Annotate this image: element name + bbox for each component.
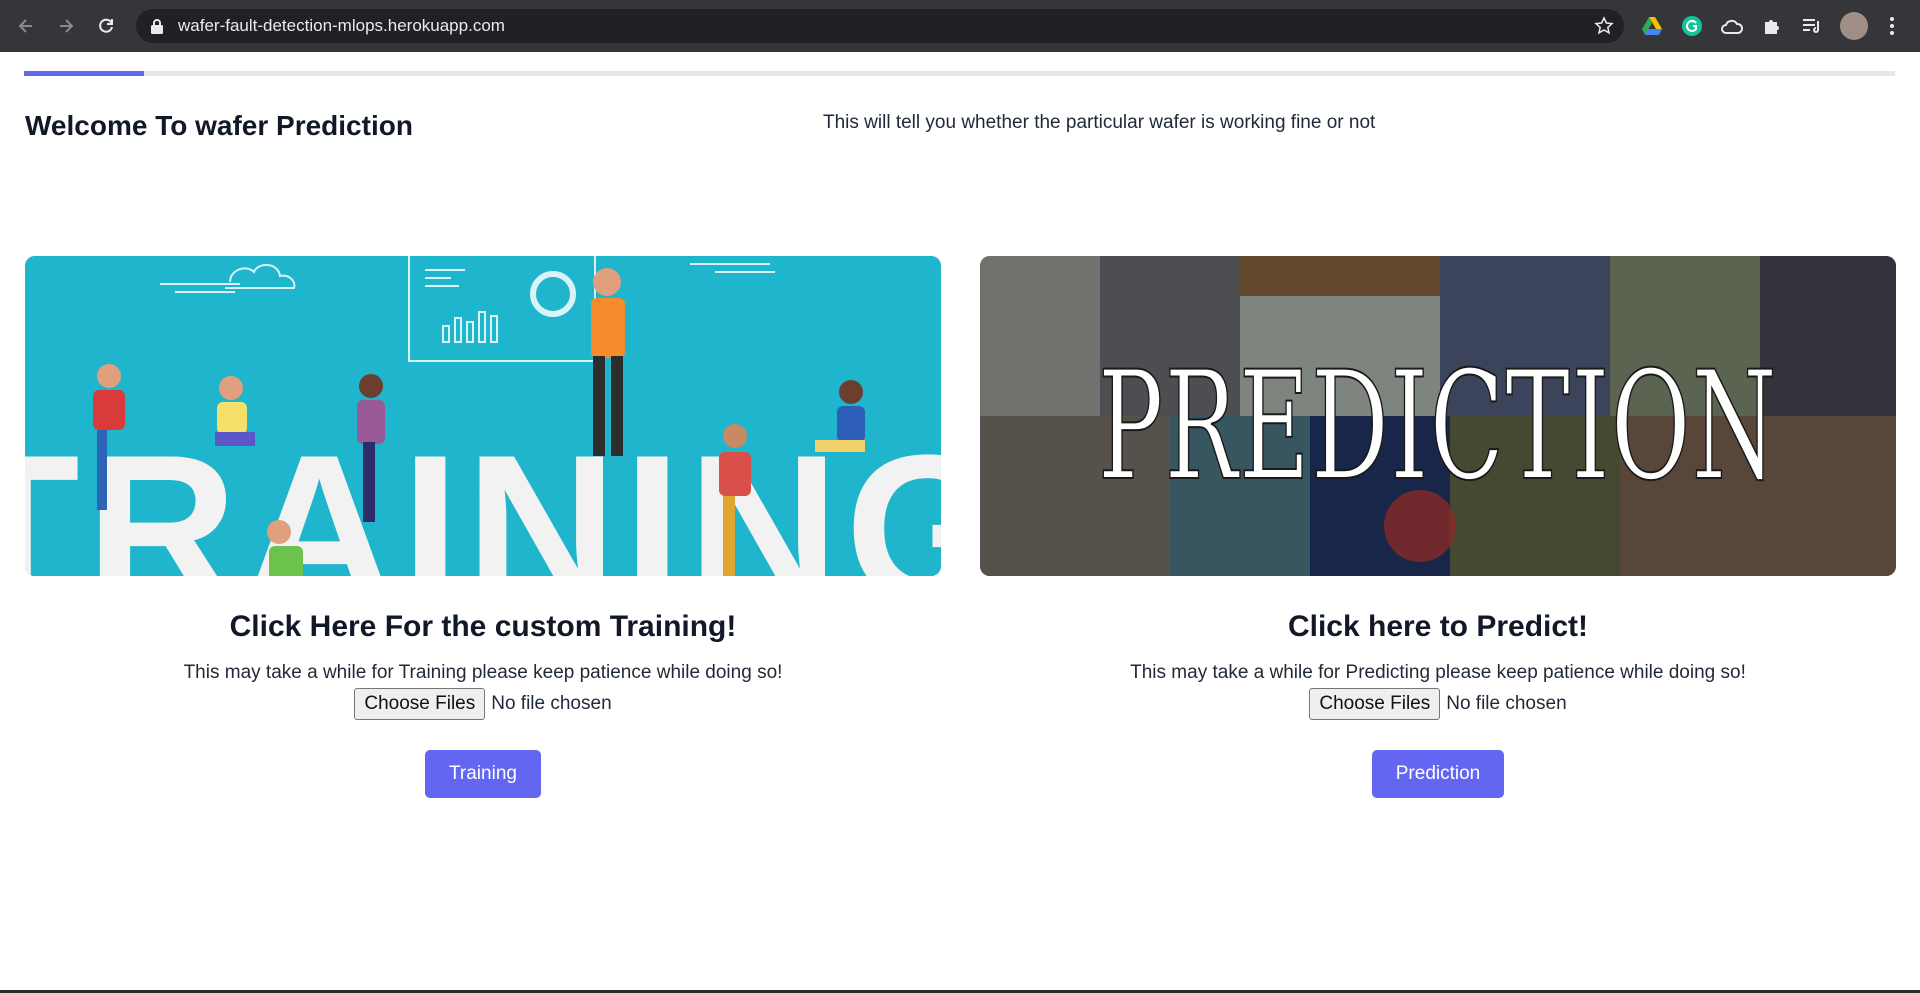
kebab-menu-icon[interactable]: [1880, 14, 1904, 38]
training-choose-files-button[interactable]: Choose Files: [354, 688, 486, 720]
prediction-heading: Click here to Predict!: [1287, 610, 1589, 643]
reload-icon[interactable]: [92, 12, 120, 40]
training-button[interactable]: Training: [425, 750, 541, 798]
training-heading: Click Here For the custom Training!: [229, 610, 737, 643]
url-text: wafer-fault-detection-mlops.herokuapp.co…: [178, 16, 505, 35]
lock-icon: [150, 18, 164, 39]
back-arrow-icon[interactable]: [12, 12, 40, 40]
prediction-hero-text: PREDICTION: [1098, 340, 1778, 514]
progress-bar: [24, 71, 1895, 76]
training-hero-image: TRAINING: [25, 256, 941, 576]
prediction-choose-files-button[interactable]: Choose Files: [1309, 688, 1441, 720]
prediction-card: PREDICTION Click here to Predict! This m…: [980, 256, 1896, 798]
prediction-description: This may take a while for Predicting ple…: [1130, 662, 1746, 683]
forward-arrow-icon[interactable]: [52, 12, 80, 40]
prediction-file-status: No file chosen: [1446, 693, 1567, 714]
training-file-status: No file chosen: [491, 693, 612, 714]
page-title: Welcome To wafer Prediction: [25, 110, 413, 141]
training-hero-text: TRAINING: [25, 411, 941, 576]
prediction-button[interactable]: Prediction: [1371, 750, 1505, 798]
profile-avatar[interactable]: [1840, 12, 1868, 40]
prediction-hero-image: PREDICTION: [980, 256, 1896, 576]
grammarly-icon[interactable]: [1680, 14, 1704, 38]
training-description: This may take a while for Training pleas…: [183, 662, 783, 683]
prediction-file-input[interactable]: Choose Files No file chosen: [980, 688, 1896, 720]
training-file-input[interactable]: Choose Files No file chosen: [25, 688, 941, 720]
puzzle-extensions-icon[interactable]: [1760, 14, 1784, 38]
address-bar[interactable]: wafer-fault-detection-mlops.herokuapp.co…: [136, 9, 1624, 43]
browser-toolbar: wafer-fault-detection-mlops.herokuapp.co…: [0, 0, 1920, 52]
star-icon[interactable]: [1594, 16, 1614, 41]
cloud-extension-icon[interactable]: [1720, 14, 1744, 38]
page-subtitle: This will tell you whether the particula…: [823, 112, 1376, 133]
progress-fill: [24, 71, 144, 76]
reading-list-icon[interactable]: [1800, 14, 1824, 38]
google-drive-icon[interactable]: [1640, 14, 1664, 38]
training-card: TRAINING: [25, 256, 941, 798]
